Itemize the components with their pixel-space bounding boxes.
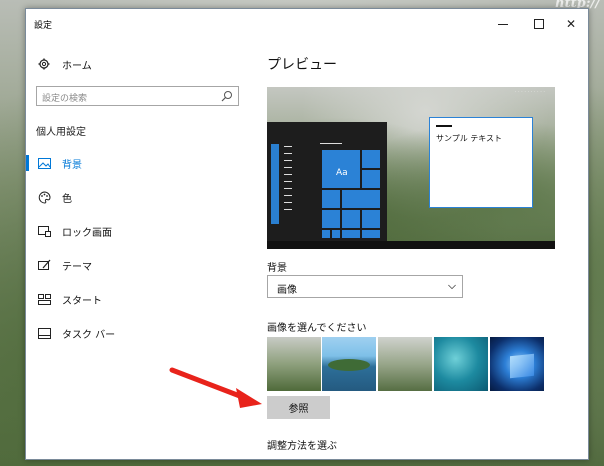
gear-icon	[36, 56, 52, 72]
sidebar-item-taskbar[interactable]: タスク バー	[36, 323, 115, 343]
chevron-down-icon	[448, 284, 456, 290]
maximize-icon	[534, 19, 544, 29]
background-type-select[interactable]: 画像	[267, 275, 463, 298]
sidebar-item-label: 背景	[62, 159, 82, 171]
search-placeholder: 設定の検索	[42, 94, 88, 104]
sidebar-item-label: スタート	[62, 295, 102, 307]
sidebar-item-lock-screen[interactable]: ロック画面	[36, 221, 112, 241]
sidebar-item-label: タスク バー	[62, 329, 116, 341]
preview-tile-large: Aa	[321, 149, 361, 189]
page-title: プレビュー	[267, 57, 337, 73]
choose-fit-label: 調整方法を選ぶ	[267, 441, 337, 452]
preview-start-menu: Aa	[267, 122, 387, 243]
settings-window: 設定 ✕ ホーム 設定の検索 個人用設定 背景 色 ロック画面 テーマ スタート…	[25, 8, 589, 460]
title-bar[interactable]: 設定 ✕	[26, 9, 588, 41]
picture-thumbnail-2[interactable]	[322, 337, 376, 391]
background-label: 背景	[267, 263, 287, 274]
preview-tile	[361, 169, 381, 189]
maximize-button[interactable]	[522, 9, 556, 39]
preview-window: サンプル テキスト	[429, 117, 533, 208]
search-input[interactable]: 設定の検索	[36, 86, 239, 106]
theme-icon	[36, 257, 52, 273]
nav-home-label: ホーム	[62, 60, 92, 72]
window-title: 設定	[34, 21, 53, 31]
palette-icon	[36, 189, 52, 205]
island-shape	[328, 359, 370, 371]
preview-tile	[321, 189, 341, 209]
preview-tile	[341, 229, 361, 239]
sidebar-item-start[interactable]: スタート	[36, 289, 102, 309]
search-icon	[221, 91, 232, 102]
preview-taskbar	[267, 241, 555, 249]
nav-home[interactable]: ホーム	[36, 54, 92, 74]
sidebar-item-color[interactable]: 色	[36, 187, 72, 207]
browse-button[interactable]: 参照	[267, 396, 330, 419]
preview-sample-text: サンプル テキスト	[436, 134, 503, 143]
lock-screen-icon	[36, 223, 52, 239]
minimize-button[interactable]	[486, 9, 520, 39]
preview-watermark: · · · · · · · · · ·	[514, 89, 545, 95]
preview-tile	[361, 149, 381, 169]
preview-window-bar	[436, 125, 452, 127]
picture-thumbnail-1[interactable]	[267, 337, 321, 391]
section-heading: 個人用設定	[36, 127, 86, 138]
preview-tile	[361, 229, 381, 239]
preview-tile-header	[320, 143, 342, 144]
taskbar-icon	[36, 325, 52, 341]
sidebar-item-label: 色	[62, 193, 72, 205]
minimize-icon	[498, 23, 508, 25]
sidebar-item-label: ロック画面	[62, 227, 112, 239]
picture-thumbnail-4[interactable]	[434, 337, 488, 391]
choose-picture-label: 画像を選んでください	[267, 323, 367, 334]
start-icon	[36, 291, 52, 307]
background-preview: · · · · · · · · · · Aa サンプル テキスト	[267, 87, 555, 249]
picture-icon	[36, 155, 52, 171]
close-button[interactable]: ✕	[554, 9, 588, 39]
preview-tile	[341, 209, 361, 229]
preview-tile	[321, 209, 341, 229]
preview-tile	[341, 189, 381, 209]
preview-tile	[361, 209, 381, 229]
preview-tile	[321, 229, 331, 239]
preview-tile	[331, 229, 341, 239]
preview-start-column	[271, 144, 279, 224]
picture-thumbnail-5[interactable]	[490, 337, 544, 391]
picture-thumbnail-3[interactable]	[378, 337, 432, 391]
sidebar-item-background[interactable]: 背景	[26, 153, 82, 173]
sidebar-item-label: テーマ	[62, 261, 92, 273]
background-type-value: 画像	[277, 285, 297, 296]
sidebar-item-theme[interactable]: テーマ	[36, 255, 92, 275]
close-icon: ✕	[565, 17, 577, 31]
windows-logo-shape	[510, 353, 534, 379]
